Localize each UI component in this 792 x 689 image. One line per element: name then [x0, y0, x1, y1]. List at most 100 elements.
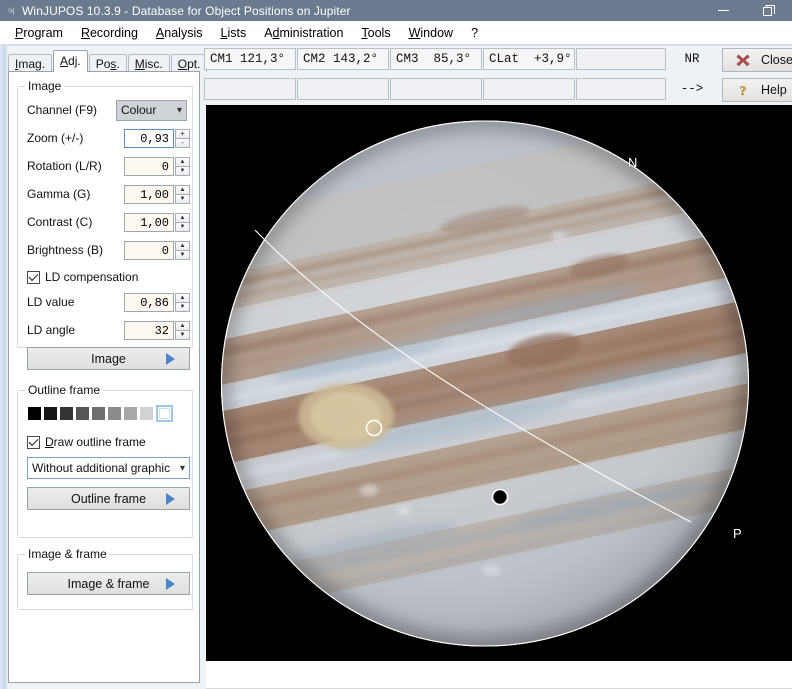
client-area: Imag. Adj. Pos. Misc. Opt. Image Channel… [0, 44, 792, 689]
tab-opt[interactable]: Opt. [170, 54, 208, 72]
draw-outline-frame-checkbox-row[interactable]: Draw outline frame [27, 435, 146, 449]
menu-analysis[interactable]: Analysis [147, 24, 212, 42]
tab-pos[interactable]: Pos. [88, 54, 127, 72]
contrast-input[interactable]: 1,00 [124, 212, 174, 232]
swatch-0[interactable] [28, 407, 41, 420]
rotation-up-button[interactable]: ▲ [175, 156, 190, 167]
tab-adj[interactable]: Adj. [53, 50, 88, 72]
clat-field: CLat +3,9° [483, 48, 575, 70]
channel-select[interactable]: Colour ▾ [116, 99, 187, 121]
menu-lists[interactable]: Lists [211, 24, 255, 42]
central-meridian-marker [491, 488, 509, 506]
draw-outline-frame-checkbox[interactable] [27, 435, 40, 449]
menu-program[interactable]: Program [6, 24, 72, 42]
ld-value-input[interactable]: 0,86 [124, 292, 174, 312]
outline-frame-button[interactable]: Outline frame [27, 487, 190, 510]
swatch-5[interactable] [108, 407, 121, 420]
ld-value-up-button[interactable]: ▲ [175, 292, 190, 303]
menu-help[interactable]: ? [462, 24, 487, 42]
channel-row: Channel (F9) Colour ▾ [27, 99, 187, 121]
rotation-label: Rotation (L/R) [27, 159, 102, 173]
gamma-stepper[interactable]: ▲ ▼ [175, 184, 190, 204]
channel-label: Channel (F9) [27, 103, 98, 117]
brightness-input[interactable]: 0 [124, 240, 174, 260]
ld-value-stepper[interactable]: ▲ ▼ [175, 292, 190, 312]
ld-compensation-checkbox-row[interactable]: LD compensation [27, 270, 138, 284]
extra-field [576, 48, 666, 70]
ld-angle-row: LD angle 32 ▲ ▼ [27, 320, 190, 340]
channel-value: Colour [121, 103, 157, 117]
ld-angle-input[interactable]: 32 [124, 320, 174, 340]
minimize-button[interactable] [700, 0, 746, 21]
zoom-plus-button[interactable]: + [175, 128, 190, 139]
jupiter-disk [220, 120, 750, 647]
restore-button[interactable] [746, 0, 792, 21]
brightness-down-button[interactable]: ▼ [175, 250, 190, 260]
outline-color-swatches[interactable] [28, 405, 173, 422]
ld-compensation-label: LD compensation [45, 270, 139, 284]
help-button-label: Help [761, 83, 787, 97]
gamma-input[interactable]: 1,00 [124, 184, 174, 204]
left-panel: Imag. Adj. Pos. Misc. Opt. Image Channel… [8, 46, 208, 686]
swatch-1[interactable] [44, 407, 57, 420]
close-button-label: Close [761, 53, 792, 67]
window-title: WinJUPOS 10.3.9 - Database for Object Po… [22, 3, 351, 18]
outline-frame-group-label: Outline frame [25, 383, 104, 397]
rotation-stepper[interactable]: ▲ ▼ [175, 156, 190, 176]
north-label: N [628, 155, 638, 170]
row2-field-5 [576, 78, 666, 100]
jupiter-canvas[interactable]: N P [206, 105, 792, 661]
zoom-stepper[interactable]: + - [175, 128, 190, 148]
cm3-field: CM3 85,3° [390, 48, 482, 70]
image-and-frame-group: Image & frame Image & frame [17, 547, 193, 610]
ld-value-down-button[interactable]: ▼ [175, 302, 190, 312]
rotation-row: Rotation (L/R) 0 ▲ ▼ [27, 156, 190, 176]
zoom-label: Zoom (+/-) [27, 131, 84, 145]
close-button[interactable]: Close [722, 48, 792, 72]
additional-graphic-value: Without additional graphic [32, 461, 171, 475]
rotation-input[interactable]: 0 [124, 156, 174, 176]
title-bar: ♃ WinJUPOS 10.3.9 - Database for Object … [0, 0, 792, 21]
brightness-up-button[interactable]: ▲ [175, 240, 190, 251]
zoom-input[interactable]: 0,93 [124, 128, 174, 148]
row2-field-1 [204, 78, 296, 100]
menu-recording[interactable]: Recording [72, 24, 147, 42]
brightness-label: Brightness (B) [27, 243, 104, 257]
gamma-down-button[interactable]: ▼ [175, 194, 190, 204]
brightness-stepper[interactable]: ▲ ▼ [175, 240, 190, 260]
ld-angle-stepper[interactable]: ▲ ▼ [175, 320, 190, 340]
contrast-up-button[interactable]: ▲ [175, 212, 190, 223]
image-and-frame-button[interactable]: Image & frame [27, 572, 190, 595]
next-button[interactable]: --> [667, 78, 717, 100]
contrast-stepper[interactable]: ▲ ▼ [175, 212, 190, 232]
swatch-6[interactable] [124, 407, 137, 420]
menu-administration[interactable]: Administration [255, 24, 352, 42]
ld-compensation-checkbox[interactable] [27, 270, 40, 284]
contrast-down-button[interactable]: ▼ [175, 222, 190, 232]
cm1-field: CM1 121,3° [204, 48, 296, 70]
swatch-selected-white[interactable] [156, 405, 173, 422]
tab-misc[interactable]: Misc. [127, 54, 170, 72]
menu-window[interactable]: Window [400, 24, 462, 42]
additional-graphic-select[interactable]: Without additional graphic ▾ [27, 457, 190, 479]
help-button[interactable]: ? Help [722, 78, 792, 102]
outline-frame-group: Outline frame Draw outline frame Without… [17, 383, 193, 538]
gamma-up-button[interactable]: ▲ [175, 184, 190, 195]
image-apply-label: Image [91, 351, 126, 366]
rotation-down-button[interactable]: ▼ [175, 166, 190, 176]
svg-text:?: ? [740, 83, 747, 97]
image-apply-button[interactable]: Image [27, 347, 190, 370]
image-group: Image Channel (F9) Colour ▾ Zoom (+/-) 0… [17, 79, 193, 370]
zoom-minus-button[interactable]: - [175, 138, 190, 148]
ld-angle-label: LD angle [27, 323, 76, 337]
play-triangle-icon [166, 352, 175, 365]
winjupos-window: ♃ WinJUPOS 10.3.9 - Database for Object … [0, 0, 792, 689]
menu-tools[interactable]: Tools [352, 24, 399, 42]
swatch-3[interactable] [76, 407, 89, 420]
swatch-2[interactable] [60, 407, 73, 420]
swatch-7[interactable] [140, 407, 153, 420]
ld-angle-down-button[interactable]: ▼ [175, 330, 190, 340]
tab-imag[interactable]: Imag. [8, 54, 53, 72]
ld-angle-up-button[interactable]: ▲ [175, 320, 190, 331]
swatch-4[interactable] [92, 407, 105, 420]
